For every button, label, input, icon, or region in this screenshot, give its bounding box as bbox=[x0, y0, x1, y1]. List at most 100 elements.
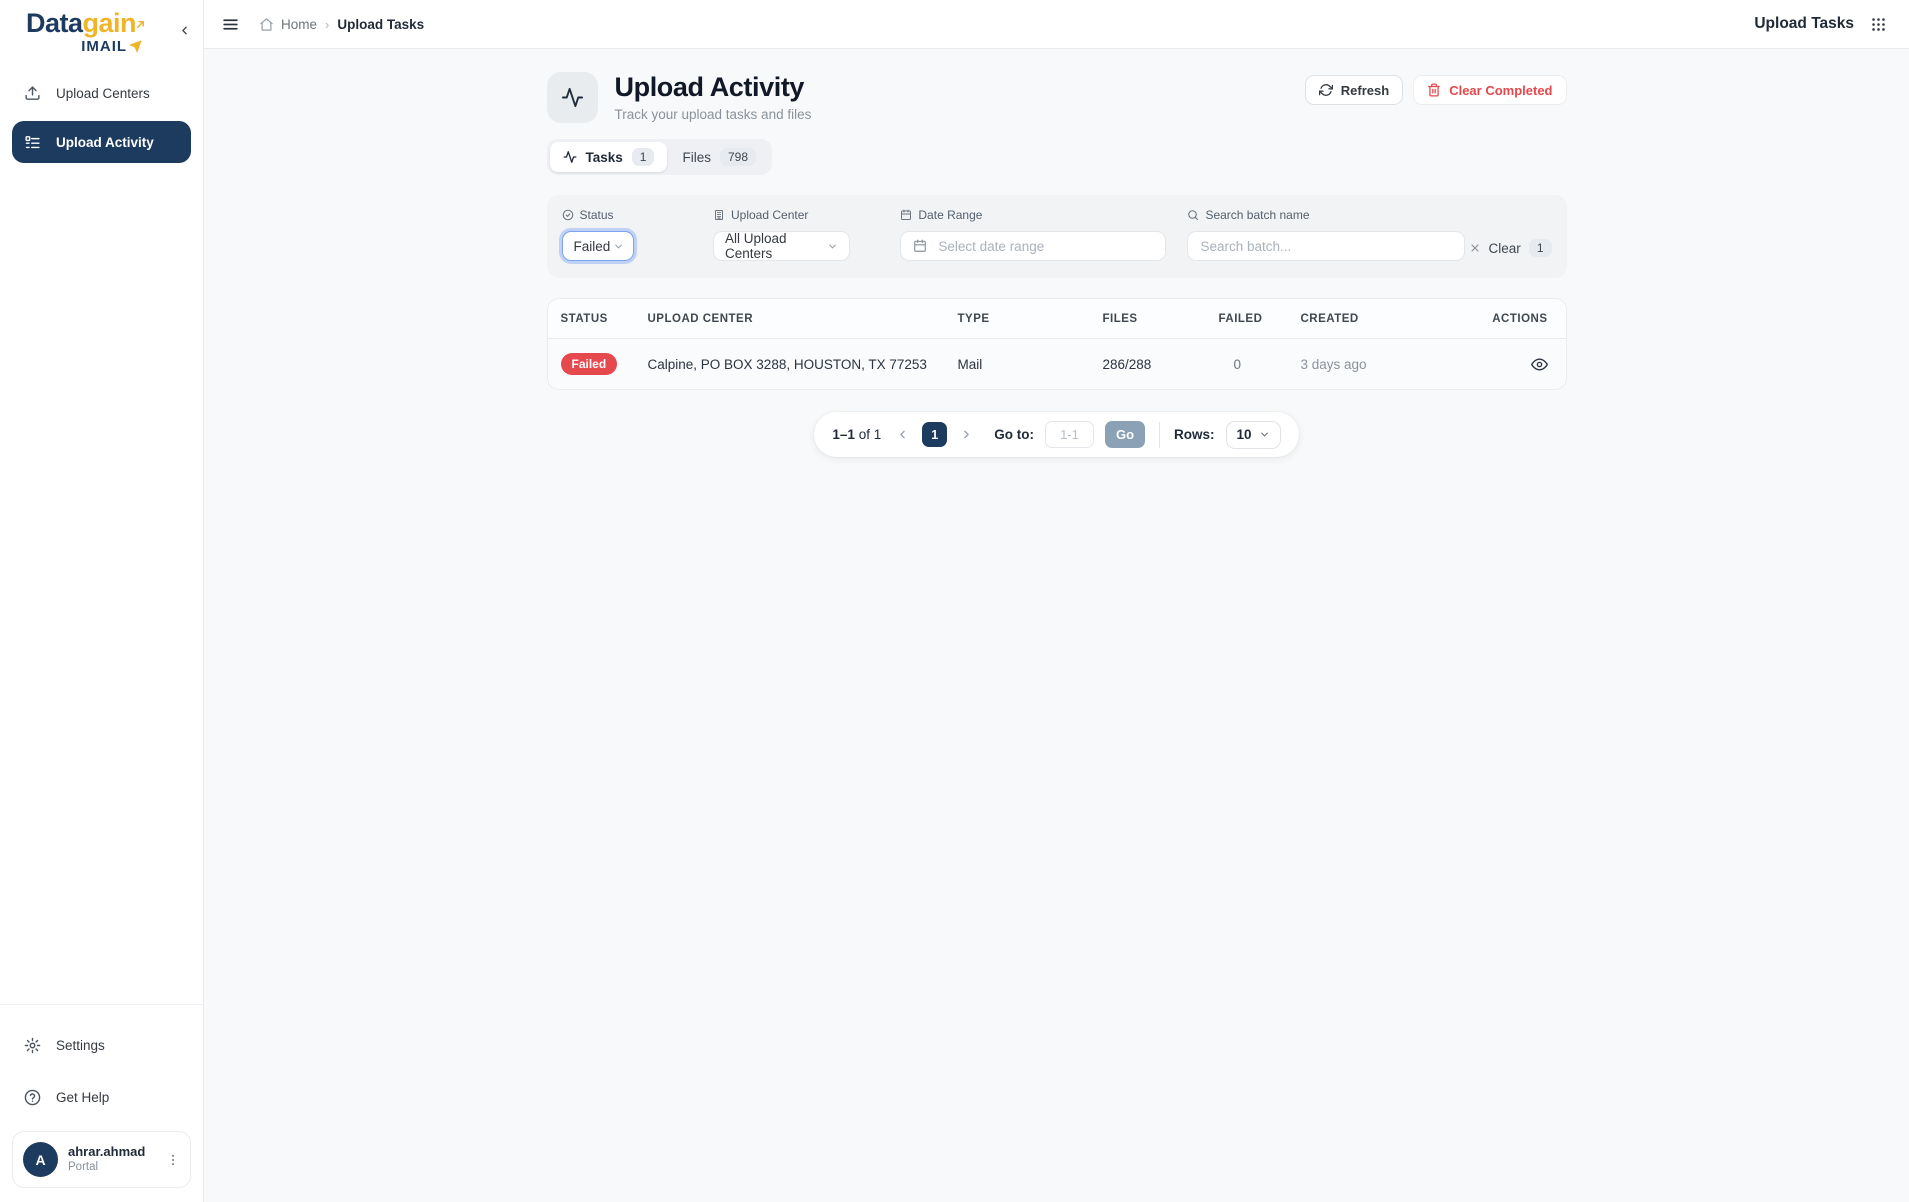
col-actions: ACTIONS bbox=[1466, 299, 1566, 339]
chevron-down-icon bbox=[613, 241, 624, 252]
search-icon bbox=[1187, 209, 1199, 221]
upload-center-filter-select[interactable]: All Upload Centers bbox=[713, 231, 850, 261]
rocket-icon bbox=[129, 40, 142, 53]
topbar-title: Upload Tasks bbox=[1754, 15, 1854, 33]
user-card[interactable]: A ahrar.ahmad Portal bbox=[12, 1131, 191, 1188]
col-upload-center: UPLOAD CENTER bbox=[648, 299, 958, 339]
status-badge: Failed bbox=[561, 353, 618, 375]
cell-failed: 0 bbox=[1219, 339, 1301, 390]
hamburger-icon[interactable] bbox=[222, 16, 239, 33]
goto-page-input[interactable] bbox=[1045, 421, 1094, 448]
sidebar-item-label: Upload Centers bbox=[56, 86, 150, 101]
sidebar-item-upload-activity[interactable]: Upload Activity bbox=[12, 121, 191, 163]
breadcrumb-separator: › bbox=[325, 17, 329, 32]
sidebar-item-upload-centers[interactable]: Upload Centers bbox=[12, 73, 191, 113]
page-button-1[interactable]: 1 bbox=[922, 422, 947, 447]
clear-filters-label: Clear bbox=[1489, 241, 1521, 256]
user-role: Portal bbox=[68, 1160, 145, 1174]
filter-date-range-label: Date Range bbox=[918, 208, 982, 222]
chevron-down-icon bbox=[1259, 429, 1270, 440]
sidebar-item-get-help[interactable]: Get Help bbox=[12, 1077, 191, 1117]
status-filter-select[interactable]: Failed bbox=[562, 231, 634, 261]
page-title: Upload Activity bbox=[615, 72, 812, 103]
next-page-button[interactable] bbox=[958, 426, 975, 443]
growth-arrow-icon bbox=[135, 8, 146, 35]
avatar: A bbox=[23, 1142, 58, 1177]
eye-icon bbox=[1531, 356, 1548, 373]
breadcrumb-home-label: Home bbox=[281, 17, 317, 32]
tab-count-badge: 798 bbox=[720, 148, 756, 166]
rows-label: Rows: bbox=[1174, 427, 1215, 442]
breadcrumb: Home › Upload Tasks bbox=[259, 17, 424, 32]
pagination-range-value: 1–1 bbox=[832, 427, 855, 442]
search-batch-field bbox=[1187, 231, 1465, 261]
circle-check-icon bbox=[562, 209, 574, 221]
search-batch-input[interactable] bbox=[1200, 239, 1452, 254]
date-range-input[interactable]: Select date range bbox=[900, 231, 1166, 261]
help-circle-icon bbox=[24, 1089, 41, 1106]
pagination-range: 1–1 of 1 bbox=[832, 427, 881, 442]
go-button[interactable]: Go bbox=[1105, 421, 1145, 448]
clear-filters-button[interactable]: Clear 1 bbox=[1469, 239, 1552, 257]
pagination-divider bbox=[1159, 422, 1160, 448]
table-row: Failed Calpine, PO BOX 3288, HOUSTON, TX… bbox=[548, 339, 1566, 390]
building-icon bbox=[713, 209, 725, 221]
trash-icon bbox=[1427, 83, 1441, 97]
filter-upload-center-label: Upload Center bbox=[731, 208, 808, 222]
sidebar-item-label: Get Help bbox=[56, 1090, 109, 1105]
brand-word-1: Data bbox=[26, 10, 83, 37]
clear-completed-button[interactable]: Clear Completed bbox=[1413, 75, 1566, 105]
main-area: Home › Upload Tasks Upload Tasks Upload … bbox=[204, 0, 1909, 1202]
sidebar-footer: Settings Get Help A ahrar.ahmad Portal bbox=[0, 1004, 203, 1202]
col-files: FILES bbox=[1103, 299, 1219, 339]
tasks-table-card: STATUS UPLOAD CENTER TYPE FILES FAILED C… bbox=[547, 298, 1567, 390]
clear-completed-button-label: Clear Completed bbox=[1449, 83, 1552, 98]
view-details-button[interactable] bbox=[1531, 356, 1548, 373]
goto-label: Go to: bbox=[994, 427, 1034, 442]
chevron-down-icon bbox=[827, 241, 838, 252]
grid-apps-icon[interactable] bbox=[1870, 16, 1887, 33]
filter-search-label: Search batch name bbox=[1205, 208, 1309, 222]
sidebar-collapse-button[interactable] bbox=[178, 24, 191, 37]
filter-panel: Status Failed Upload Center bbox=[547, 195, 1567, 278]
tab-files[interactable]: Files 798 bbox=[669, 142, 769, 172]
page-subtitle: Track your upload tasks and files bbox=[615, 107, 812, 122]
tab-label: Tasks bbox=[586, 150, 623, 165]
sidebar-item-settings[interactable]: Settings bbox=[12, 1025, 191, 1065]
col-created: CREATED bbox=[1301, 299, 1466, 339]
tabs: Tasks 1 Files 798 bbox=[547, 139, 773, 175]
calendar-icon bbox=[900, 209, 912, 221]
sidebar-item-label: Upload Activity bbox=[56, 135, 154, 150]
cell-type: Mail bbox=[958, 339, 1103, 390]
rows-per-page-value: 10 bbox=[1237, 427, 1252, 442]
status-filter-value: Failed bbox=[574, 239, 611, 254]
prev-page-button[interactable] bbox=[894, 426, 911, 443]
rows-per-page-select[interactable]: 10 bbox=[1226, 421, 1281, 449]
topbar: Home › Upload Tasks Upload Tasks bbox=[204, 0, 1909, 49]
refresh-button-label: Refresh bbox=[1341, 83, 1389, 98]
clear-filters-count-badge: 1 bbox=[1529, 239, 1552, 257]
breadcrumb-current: Upload Tasks bbox=[337, 17, 424, 32]
breadcrumb-home[interactable]: Home bbox=[259, 17, 317, 32]
pagination-of: of 1 bbox=[859, 427, 882, 442]
home-icon bbox=[259, 17, 274, 32]
brand-logo[interactable]: Datagain IMAIL bbox=[26, 10, 146, 55]
kebab-menu-icon[interactable] bbox=[164, 1151, 182, 1169]
cell-created: 3 days ago bbox=[1301, 339, 1466, 390]
col-type: TYPE bbox=[958, 299, 1103, 339]
table-header-row: STATUS UPLOAD CENTER TYPE FILES FAILED C… bbox=[548, 299, 1566, 339]
tab-tasks[interactable]: Tasks 1 bbox=[550, 142, 668, 172]
cell-files: 286/288 bbox=[1103, 339, 1219, 390]
gear-icon bbox=[24, 1037, 41, 1054]
col-failed: FAILED bbox=[1219, 299, 1301, 339]
app-root: Datagain IMAIL bbox=[0, 0, 1909, 1202]
tab-count-badge: 1 bbox=[632, 148, 655, 166]
col-status: STATUS bbox=[548, 299, 648, 339]
activity-pulse-icon bbox=[547, 72, 598, 123]
upload-icon bbox=[24, 85, 41, 102]
sidebar: Datagain IMAIL bbox=[0, 0, 204, 1202]
upload-center-filter-value: All Upload Centers bbox=[725, 231, 827, 261]
filter-status-label: Status bbox=[580, 208, 614, 222]
refresh-button[interactable]: Refresh bbox=[1305, 75, 1403, 105]
chevron-right-icon bbox=[960, 428, 973, 441]
